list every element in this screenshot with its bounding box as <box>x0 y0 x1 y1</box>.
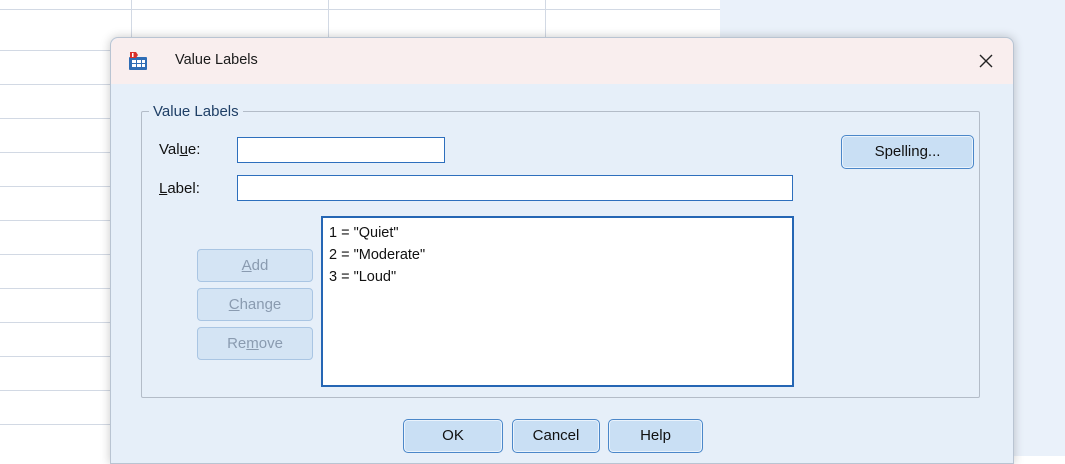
cancel-button[interactable]: Cancel <box>512 419 600 453</box>
groupbox-title: Value Labels <box>149 103 243 120</box>
grid-column-line <box>545 0 546 40</box>
label-field-label: Label: <box>159 180 200 197</box>
list-item[interactable]: 3 = "Loud" <box>329 267 786 289</box>
value-labels-list[interactable]: 1 = "Quiet" 2 = "Moderate" 3 = "Loud" <box>321 216 794 387</box>
spss-value-labels-icon <box>127 51 149 71</box>
dialog-title: Value Labels <box>175 52 258 68</box>
help-button[interactable]: Help <box>608 419 703 453</box>
dialog-titlebar[interactable]: Value Labels <box>111 38 1013 84</box>
list-item[interactable]: 1 = "Quiet" <box>329 223 786 245</box>
value-field-label: Value: <box>159 141 201 158</box>
grid-column-line <box>131 0 132 40</box>
value-input[interactable] <box>237 137 445 163</box>
list-item[interactable]: 2 = "Moderate" <box>329 245 786 267</box>
grid-row-line <box>0 9 720 10</box>
spelling-button[interactable]: Spelling... <box>841 135 974 169</box>
remove-button[interactable]: Remove <box>197 327 313 360</box>
value-labels-dialog: Value Labels Value Labels Value: Label: … <box>110 37 1014 464</box>
grid-column-line <box>328 0 329 40</box>
ok-button[interactable]: OK <box>403 419 503 453</box>
close-icon <box>979 54 993 68</box>
close-button[interactable] <box>969 46 1003 76</box>
label-input[interactable] <box>237 175 793 201</box>
change-button[interactable]: Change <box>197 288 313 321</box>
add-button[interactable]: Add <box>197 249 313 282</box>
